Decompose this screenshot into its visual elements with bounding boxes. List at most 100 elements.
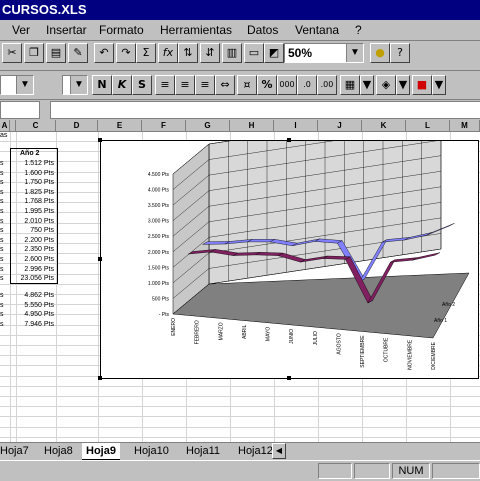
column-header-i[interactable]: I	[274, 120, 318, 132]
resize-handle[interactable]	[98, 376, 102, 380]
column-header-h[interactable]: H	[230, 120, 274, 132]
align-right-icon[interactable]: ≡	[195, 75, 215, 95]
menu-datos[interactable]: Datos	[247, 20, 278, 40]
chart-object[interactable]: - Pts 500 Pts 1.000 Pts 1.500 Pts 2.000 Pts 2…	[100, 108, 479, 379]
drawing-icon[interactable]: ◩	[264, 43, 284, 63]
help-pointer-icon[interactable]: ?	[390, 43, 410, 63]
grid-row-line	[0, 427, 480, 428]
bold-button[interactable]: N	[92, 75, 112, 95]
cell-fragment: s	[0, 292, 4, 299]
scroll-tabs-left-icon[interactable]: ◀	[272, 443, 286, 459]
menu-formato[interactable]: Formato	[99, 20, 144, 40]
tab-hoja12[interactable]: Hoja12	[234, 443, 276, 459]
depth-label: Año 1	[434, 318, 447, 324]
cell-value: 2.600 Pts	[24, 256, 54, 263]
cell-value: 2.010 Pts	[24, 217, 54, 225]
cell-fragment: s	[0, 256, 4, 263]
tab-hoja10[interactable]: Hoja10	[130, 443, 173, 459]
name-box[interactable]	[0, 101, 40, 119]
menu-ver[interactable]: Ver	[12, 20, 30, 40]
cell-fragment: s	[0, 227, 4, 235]
cell-value: 2.200 Pts	[24, 236, 54, 244]
menu-herramientas[interactable]: Herramientas	[160, 20, 232, 40]
menu-insertar[interactable]: Insertar	[46, 20, 87, 40]
italic-button[interactable]: K	[112, 75, 132, 95]
chevron-down-icon[interactable]: ▼	[70, 76, 87, 94]
column-c-header: Año 2	[20, 150, 40, 157]
align-left-icon[interactable]: ≡	[155, 75, 175, 95]
column-header-f[interactable]: F	[142, 120, 186, 132]
tab-hoja9[interactable]: Hoja9	[82, 443, 120, 461]
formula-input[interactable]	[50, 101, 480, 119]
zoom-select[interactable]: 50% ▼	[284, 43, 364, 63]
column-header-j[interactable]: J	[318, 120, 362, 132]
cell-fragment: s	[0, 179, 4, 187]
align-center-icon[interactable]: ≡	[175, 75, 195, 95]
y-tick-label: 4.000 Pts	[148, 188, 170, 194]
font-size-select[interactable]: ▼	[62, 75, 88, 95]
status-num: NUM	[392, 463, 430, 479]
column-header-c[interactable]: C	[16, 120, 56, 132]
undo-icon[interactable]: ↶	[94, 43, 114, 63]
cut-icon[interactable]: ✂	[2, 43, 22, 63]
merge-center-icon[interactable]: ⇔	[215, 75, 235, 95]
resize-handle[interactable]	[98, 257, 102, 261]
column-header-g[interactable]: G	[186, 120, 230, 132]
percent-button[interactable]: %	[257, 75, 277, 95]
chevron-down-icon[interactable]: ▼	[396, 75, 410, 95]
cell-fragment: s	[0, 188, 4, 196]
thousands-button[interactable]: 000	[277, 75, 297, 95]
resize-handle[interactable]	[98, 138, 102, 142]
x-tick-label: JULIO	[313, 331, 319, 345]
paste-icon[interactable]: ▤	[46, 43, 66, 63]
series-ribbon-segment	[412, 252, 441, 261]
cell-value: 2.996 Pts	[24, 265, 54, 273]
chevron-down-icon[interactable]: ▼	[16, 76, 33, 94]
chart-svg: - Pts 500 Pts 1.000 Pts 1.500 Pts 2.000 Pts 2…	[148, 108, 470, 370]
x-tick-label: ABRIL	[242, 324, 248, 339]
resize-handle[interactable]	[287, 138, 291, 142]
resize-handle[interactable]	[287, 376, 291, 380]
redo-icon[interactable]: ↷	[116, 43, 136, 63]
format-painter-icon[interactable]: ✎	[68, 43, 88, 63]
cell-value: 7.946 Pts	[24, 320, 54, 328]
status-panel	[432, 463, 480, 479]
header-fragment: as	[0, 132, 8, 139]
chevron-down-icon[interactable]: ▼	[360, 75, 374, 95]
menu-ventana[interactable]: Ventana	[295, 20, 339, 40]
copy-icon[interactable]: ❐	[24, 43, 44, 63]
borders-icon[interactable]: ▦	[340, 75, 360, 95]
cell-fragment: s	[0, 160, 4, 167]
sort-asc-icon[interactable]: ⇅	[178, 43, 198, 63]
tab-hoja8[interactable]: Hoja8	[40, 443, 77, 459]
column-header-d[interactable]: D	[56, 120, 98, 132]
increase-decimal-icon[interactable]: .0	[297, 75, 317, 95]
font-color-icon[interactable]: ■	[412, 75, 432, 95]
column-header-m[interactable]: M	[450, 120, 480, 132]
autosum-button[interactable]: Σ	[136, 43, 156, 63]
grid-row-line	[0, 386, 480, 387]
menu-help[interactable]: ?	[355, 20, 362, 40]
sort-desc-icon[interactable]: ⇵	[200, 43, 220, 63]
function-button[interactable]: fx	[158, 43, 178, 63]
tab-hoja11[interactable]: Hoja11	[182, 443, 224, 459]
cell-value: 750 Pts	[30, 227, 54, 235]
column-header-e[interactable]: E	[98, 120, 142, 132]
currency-icon[interactable]: ¤	[237, 75, 257, 95]
x-tick-label: ENERO	[171, 318, 177, 336]
column-header-k[interactable]: K	[362, 120, 406, 132]
font-name-select[interactable]: ▼	[0, 75, 34, 95]
fill-color-icon[interactable]: ◈	[376, 75, 396, 95]
underline-button[interactable]: S	[132, 75, 152, 95]
tip-wizard-icon[interactable]: ●	[370, 43, 390, 63]
chart-wizard-icon[interactable]: ▥	[222, 43, 242, 63]
text-box-icon[interactable]: ▭	[244, 43, 264, 63]
cell-value: 1.512 Pts	[24, 160, 54, 167]
decrease-decimal-icon[interactable]: .00	[317, 75, 337, 95]
chevron-down-icon[interactable]: ▼	[432, 75, 446, 95]
column-header-l[interactable]: L	[406, 120, 450, 132]
cell-fragment: s	[0, 198, 4, 206]
cell-fragment: s	[0, 217, 4, 225]
tab-hoja7[interactable]: Hoja7	[0, 443, 33, 459]
chevron-down-icon[interactable]: ▼	[346, 44, 363, 62]
